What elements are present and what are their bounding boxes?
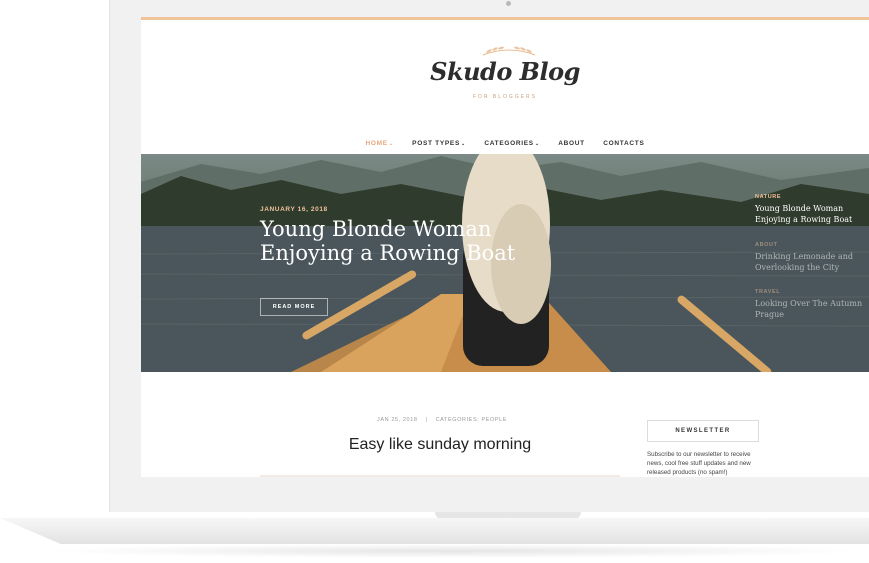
nav-label: HOME <box>365 140 388 147</box>
nav-item-home[interactable]: HOME⌄ <box>366 140 394 147</box>
post-categories[interactable]: CATEGORIES: PEOPLE <box>436 417 508 423</box>
hero-slider[interactable]: JANUARY 16, 2018 Young Blonde Woman Enjo… <box>141 154 869 372</box>
side-post-category: TRAVEL <box>755 289 781 295</box>
post-meta: JAN 25, 2018 | CATEGORIES: PEOPLE <box>377 417 507 423</box>
hero-title[interactable]: Young Blonde Woman Enjoying a Rowing Boa… <box>260 217 540 265</box>
main-nav: HOME⌄ POST TYPES⌄ CATEGORIES⌄ ABOUT CONT… <box>141 132 869 150</box>
newsletter-widget-title: NEWSLETTER <box>647 420 759 442</box>
read-more-button[interactable]: READ MORE <box>260 298 328 316</box>
laptop-base <box>0 518 869 544</box>
meta-separator: | <box>425 417 428 423</box>
nav-label: ABOUT <box>558 140 585 147</box>
hero-date: JANUARY 16, 2018 <box>260 206 328 213</box>
chevron-down-icon: ⌄ <box>461 141 466 147</box>
nav-label: CATEGORIES <box>484 140 534 147</box>
newsletter-description: Subscribe to our newsletter to receive n… <box>647 451 751 476</box>
nav-label: CONTACTS <box>603 140 645 147</box>
laptop-shadow <box>40 544 869 558</box>
post-title[interactable]: Easy like sunday morning <box>261 436 619 454</box>
top-accent-rule <box>141 17 869 20</box>
hero-side-post[interactable]: ABOUT Drinking Lemonade and Overlooking … <box>755 242 865 273</box>
site-tagline: FOR BLOGGERS <box>472 94 537 100</box>
site-logo[interactable]: Skudo Blog <box>141 57 869 86</box>
hero-side-post[interactable]: NATURE Young Blonde Woman Enjoying a Row… <box>755 194 865 225</box>
side-post-category: ABOUT <box>755 242 778 248</box>
post-date: JAN 25, 2018 <box>377 417 418 423</box>
side-post-category: NATURE <box>755 194 782 200</box>
camera-dot <box>506 1 511 6</box>
hero-side-post[interactable]: TRAVEL Looking Over The Autumn Prague <box>755 289 865 320</box>
nav-item-contacts[interactable]: CONTACTS <box>603 140 644 147</box>
nav-item-post-types[interactable]: POST TYPES⌄ <box>412 140 466 147</box>
side-post-title: Drinking Lemonade and Overlooking the Ci… <box>755 252 853 272</box>
nav-item-categories[interactable]: CATEGORIES⌄ <box>484 140 539 147</box>
side-post-title: Looking Over The Autumn Prague <box>755 299 863 319</box>
post-featured-image[interactable] <box>260 475 620 477</box>
nav-item-about[interactable]: ABOUT <box>558 140 585 147</box>
chevron-down-icon: ⌄ <box>388 141 394 147</box>
side-post-title: Young Blonde Woman Enjoying a Rowing Boa… <box>755 204 853 224</box>
blog-screen: Skudo Blog FOR BLOGGERS HOME⌄ POST TYPES… <box>141 17 869 477</box>
chevron-down-icon: ⌄ <box>534 141 540 147</box>
nav-label: POST TYPES <box>412 140 460 147</box>
